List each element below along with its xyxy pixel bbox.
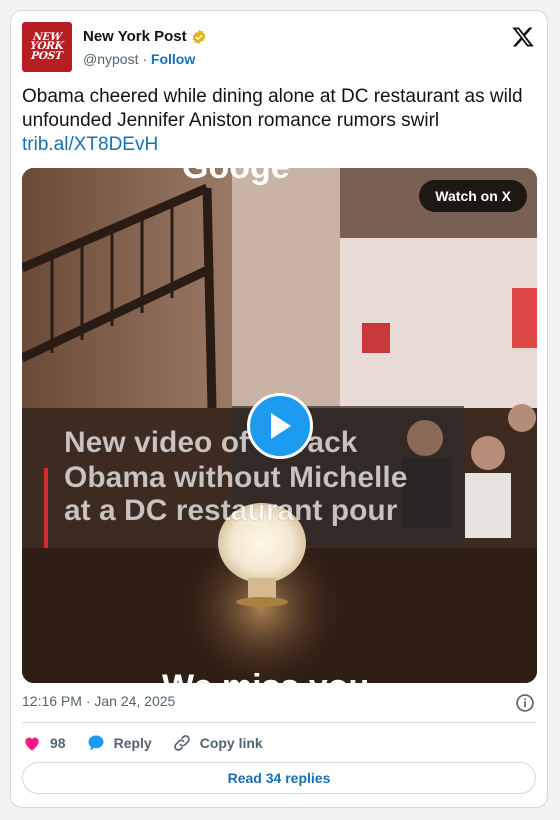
- play-icon: [271, 413, 291, 439]
- author-name-row: New York Post: [83, 28, 207, 45]
- copy-link-button[interactable]: Copy link: [172, 733, 263, 753]
- tweet-body: Obama cheered while dining alone at DC r…: [22, 85, 532, 157]
- reply-bubble-icon: [88, 735, 104, 751]
- video-caption-line-3: at a DC restaurant pour: [64, 494, 398, 527]
- play-button[interactable]: [247, 393, 313, 459]
- copy-link-label: Copy link: [199, 735, 263, 751]
- like-count: 98: [50, 735, 66, 751]
- handle-row: @nypost · Follow: [83, 51, 195, 67]
- like-button[interactable]: 98: [22, 733, 66, 753]
- heart-icon: [25, 737, 39, 751]
- watch-on-x-button[interactable]: Watch on X: [419, 180, 527, 212]
- divider: [22, 722, 536, 723]
- verified-badge-icon: [192, 29, 205, 44]
- action-bar: 98 Reply Copy link: [22, 733, 283, 753]
- reply-button[interactable]: Reply: [86, 733, 152, 753]
- handle-separator: ·: [142, 51, 148, 67]
- avatar[interactable]: NEW YORK POST: [22, 22, 72, 72]
- author-handle[interactable]: @nypost: [83, 51, 138, 67]
- tweet-text: Obama cheered while dining alone at DC r…: [22, 86, 523, 131]
- x-logo-icon[interactable]: [511, 25, 535, 49]
- info-icon[interactable]: [515, 693, 535, 713]
- tweet-timestamp[interactable]: 12:16 PM · Jan 24, 2025: [22, 693, 175, 709]
- tweet-link[interactable]: trib.al/XT8DEvH: [22, 133, 532, 157]
- read-replies-button[interactable]: Read 34 replies: [22, 762, 536, 794]
- video-media[interactable]: New video of Barack Obama without Michel…: [22, 168, 537, 683]
- author-name[interactable]: New York Post: [83, 28, 187, 45]
- video-bottom-caption: We miss you: [162, 668, 369, 683]
- reply-label: Reply: [113, 735, 152, 751]
- avatar-line-3: POST: [30, 49, 64, 62]
- follow-button[interactable]: Follow: [151, 51, 195, 67]
- video-top-caption: Googe: [182, 168, 290, 186]
- video-caption-line-1: New video of Barack: [64, 426, 358, 459]
- tweet-card: NEW YORK POST New York Post @nypost · Fo…: [10, 10, 548, 808]
- video-caption-line-2: Obama without Michelle: [64, 461, 407, 494]
- link-icon: [173, 735, 190, 751]
